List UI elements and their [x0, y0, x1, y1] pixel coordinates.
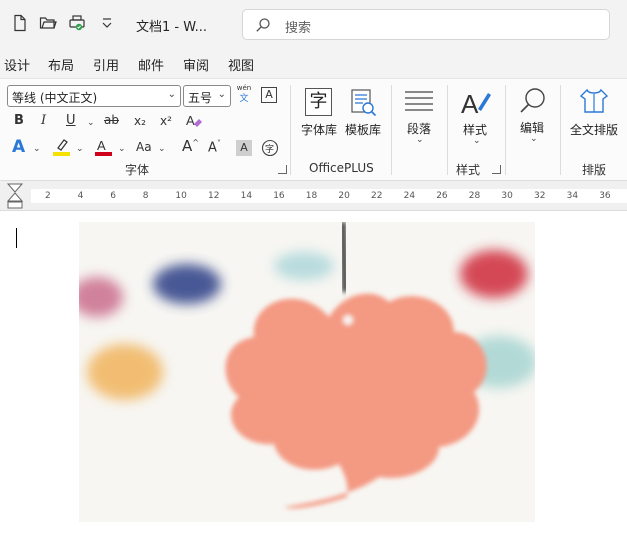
- styles-icon[interactable]: A: [460, 87, 494, 119]
- phonetic-label: wén: [236, 84, 252, 92]
- ruler-tick-label: 24: [403, 191, 416, 201]
- ruler-tick-label: 30: [501, 191, 513, 201]
- search-box[interactable]: 搜索: [242, 9, 610, 40]
- search-placeholder: 搜索: [285, 21, 312, 36]
- ruler-tick-label: 4: [77, 191, 84, 201]
- tab-mailings[interactable]: 邮件: [138, 55, 164, 74]
- character-shading-button[interactable]: A: [236, 140, 252, 156]
- inserted-image[interactable]: [79, 222, 535, 522]
- separator: [290, 85, 291, 175]
- ruler: 2 4 6 8 10 12 14 16 18 20 22 24 26 28 30 32 34 36: [0, 181, 627, 211]
- menu-bar: 设计 布局 引用 邮件 审阅 视图: [0, 48, 627, 78]
- styles-dialog-launcher[interactable]: [492, 165, 501, 174]
- customize-toolbar-chevron-icon[interactable]: [98, 14, 116, 32]
- chevron-down-icon[interactable]: ⌄: [76, 144, 84, 154]
- tab-view[interactable]: 视图: [228, 55, 254, 74]
- svg-text:A: A: [186, 113, 195, 128]
- separator: [505, 85, 506, 175]
- print-preview-icon[interactable]: [68, 14, 86, 32]
- tab-review[interactable]: 审阅: [183, 55, 209, 74]
- ruler-tick-label: 6: [110, 191, 116, 201]
- ruler-tick-label: 26: [436, 191, 448, 201]
- ruler-tick-label: 36: [599, 191, 611, 201]
- ruler-tick-label: 2: [45, 191, 51, 201]
- chevron-down-icon[interactable]: ⌄: [473, 136, 481, 146]
- chevron-down-icon[interactable]: ⌄: [158, 144, 166, 154]
- ribbon: 等线 (中文正文) ⌄ 五号 ⌄ wén 文 A B I U ⌄ ab x₂ x…: [0, 78, 627, 181]
- speech-bubbles-image: [79, 222, 535, 522]
- ruler-tick-label: 12: [208, 191, 220, 201]
- text-cursor: [16, 228, 17, 248]
- separator: [560, 85, 561, 175]
- ruler-tick-label: 18: [305, 191, 318, 201]
- style-group-label: 样式: [456, 163, 481, 177]
- bold-button[interactable]: B: [14, 113, 24, 128]
- ruler-tick-label: 10: [175, 191, 187, 201]
- phonetic-guide-button[interactable]: wén 文: [235, 84, 253, 108]
- chevron-down-icon[interactable]: ⌄: [416, 135, 424, 145]
- highlight-color-icon[interactable]: [52, 137, 72, 157]
- full-layout-label[interactable]: 全文排版: [570, 121, 618, 138]
- document-title: 文档1 - W...: [136, 20, 207, 35]
- ruler-tick-label: 8: [142, 191, 149, 201]
- chevron-down-icon[interactable]: ⌄: [87, 118, 95, 128]
- font-size-select[interactable]: 五号 ⌄: [183, 85, 231, 107]
- tab-references[interactable]: 引用: [93, 55, 119, 74]
- font-group-label: 字体: [125, 163, 150, 177]
- strikethrough-button[interactable]: ab: [104, 113, 119, 127]
- grow-font-button[interactable]: A^: [182, 137, 199, 155]
- ruler-tick-label: 16: [273, 191, 285, 201]
- enclose-characters-icon[interactable]: 字: [261, 139, 279, 157]
- font-color-icon[interactable]: A: [94, 137, 114, 157]
- ruler-tick-label: 20: [338, 191, 350, 201]
- text-effects-button[interactable]: A: [12, 137, 25, 157]
- chevron-down-icon: ⌄: [167, 89, 176, 100]
- ruler-tick-label: 28: [468, 191, 481, 201]
- ruler-tick-label: 22: [371, 191, 383, 201]
- tab-design[interactable]: 设计: [4, 55, 30, 74]
- paragraph-icon[interactable]: [403, 89, 435, 113]
- open-folder-icon[interactable]: [39, 14, 57, 32]
- subscript-button[interactable]: x₂: [134, 114, 146, 128]
- change-case-button[interactable]: Aa: [136, 140, 152, 154]
- separator: [447, 85, 448, 175]
- svg-text:A: A: [97, 138, 106, 153]
- editing-search-icon[interactable]: [518, 86, 548, 116]
- full-layout-icon[interactable]: [578, 87, 610, 117]
- ruler-tick-label: 32: [534, 191, 546, 201]
- font-name-select[interactable]: 等线 (中文正文) ⌄: [7, 85, 181, 107]
- ruler-tick-label: 14: [240, 191, 253, 201]
- indent-marker-icon[interactable]: [6, 183, 24, 210]
- template-lib-label[interactable]: 模板库: [345, 121, 381, 138]
- officeplus-group-label: OfficePLUS: [309, 161, 374, 175]
- char-lib-label[interactable]: 字体库: [301, 121, 337, 138]
- underline-button[interactable]: U: [66, 113, 76, 128]
- document-canvas[interactable]: [0, 212, 627, 535]
- ruler-tick-label: 34: [566, 191, 579, 201]
- separator: [391, 85, 392, 175]
- search-icon: [256, 18, 270, 32]
- title-bar: 文档1 - W... 搜索: [0, 0, 627, 48]
- superscript-button[interactable]: x²: [160, 114, 172, 128]
- tab-layout[interactable]: 布局: [48, 55, 74, 74]
- font-size-value: 五号: [188, 91, 213, 105]
- char-lib-icon[interactable]: 字: [305, 88, 332, 116]
- layout-group-label: 排版: [582, 163, 607, 177]
- italic-button[interactable]: I: [41, 113, 46, 128]
- character-border-button[interactable]: A: [261, 87, 277, 103]
- shrink-font-button[interactable]: A˅: [208, 139, 221, 155]
- template-lib-icon[interactable]: [350, 88, 378, 118]
- svg-text:字: 字: [265, 143, 274, 155]
- font-dialog-launcher[interactable]: [278, 165, 287, 174]
- chevron-down-icon[interactable]: ⌄: [118, 144, 126, 154]
- new-document-icon[interactable]: [11, 14, 29, 32]
- chevron-down-icon[interactable]: ⌄: [530, 134, 538, 144]
- phonetic-char: 文: [239, 94, 249, 104]
- svg-text:A: A: [461, 89, 479, 119]
- clear-formatting-icon[interactable]: A: [184, 111, 204, 131]
- chevron-down-icon[interactable]: ⌄: [33, 144, 41, 154]
- chevron-down-icon: ⌄: [217, 89, 226, 100]
- font-name-value: 等线 (中文正文): [12, 91, 98, 105]
